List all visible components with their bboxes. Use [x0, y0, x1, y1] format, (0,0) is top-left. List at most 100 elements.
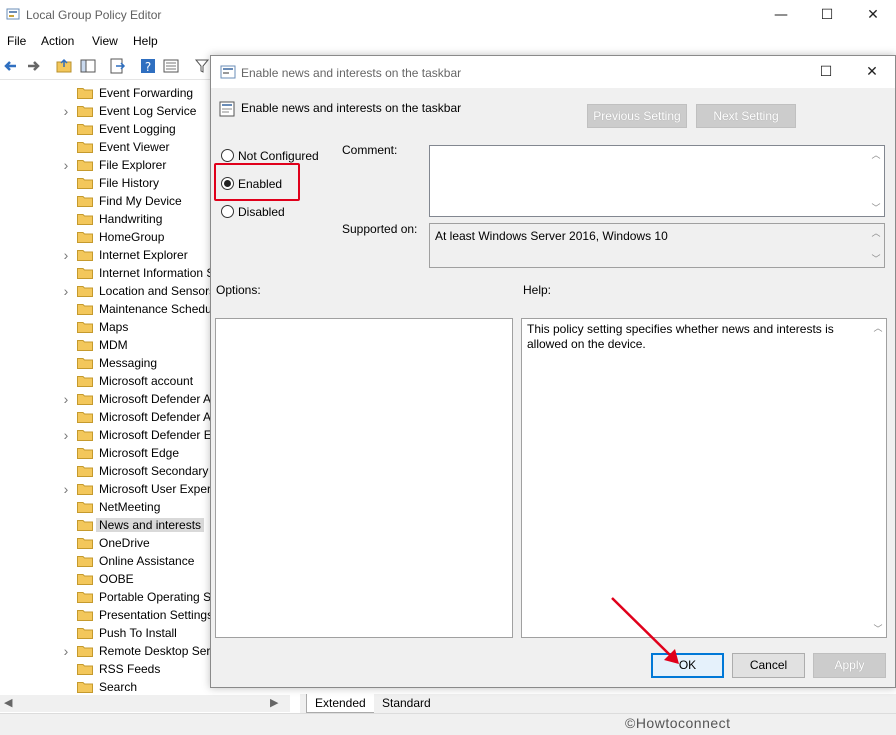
scroll-right-icon[interactable]: ▶	[270, 696, 278, 709]
watermark: ©Howtoconnect	[625, 715, 731, 731]
folder-icon	[77, 340, 93, 351]
chevron-right-icon[interactable]: ›	[60, 284, 72, 298]
menu-file[interactable]: File	[7, 34, 26, 48]
minimize-button[interactable]: —	[758, 0, 804, 30]
dialog-title: Enable news and interests on the taskbar	[241, 66, 462, 80]
scroll-left-icon[interactable]: ◀	[4, 696, 12, 709]
tree-item-label: Microsoft Secondary	[99, 464, 209, 478]
close-button[interactable]: ✕	[850, 0, 896, 30]
next-setting-button[interactable]: Next Setting	[696, 104, 796, 128]
previous-setting-button[interactable]: Previous Setting	[587, 104, 687, 128]
show-hide-tree-icon[interactable]	[79, 57, 97, 75]
tree-item-label: Internet Information S	[99, 266, 215, 280]
properties-view-icon[interactable]	[162, 57, 180, 75]
folder-icon	[77, 664, 93, 675]
help-icon[interactable]: ?	[139, 57, 157, 75]
dialog-titlebar: Enable news and interests on the taskbar…	[211, 56, 895, 88]
apply-button[interactable]: Apply	[813, 653, 886, 678]
radio-not-configured-label: Not Configured	[238, 149, 319, 163]
comment-scroll-up-icon[interactable]: ︿	[870, 148, 882, 161]
supported-scroll-up-icon[interactable]: ︿	[870, 226, 882, 239]
menu-bar: File Action View Help	[0, 30, 896, 52]
menu-view[interactable]: View	[92, 34, 118, 48]
folder-icon	[77, 214, 93, 225]
folder-icon	[77, 160, 93, 171]
folder-icon	[77, 304, 93, 315]
tree-item-label: Maintenance Schedu	[99, 302, 212, 316]
ok-button[interactable]: OK	[651, 653, 724, 678]
tab-extended[interactable]: Extended	[306, 694, 375, 713]
folder-icon	[77, 106, 93, 117]
export-list-icon[interactable]	[108, 57, 126, 75]
tree-item-label: Online Assistance	[99, 554, 195, 568]
main-titlebar: Local Group Policy Editor — ☐ ✕	[0, 0, 896, 30]
chevron-right-icon[interactable]: ›	[60, 392, 72, 406]
cancel-button[interactable]: Cancel	[732, 653, 805, 678]
folder-icon	[77, 682, 93, 693]
policy-header-icon	[219, 101, 235, 117]
folder-icon	[77, 286, 93, 297]
radio-disabled-circle[interactable]	[221, 205, 234, 218]
tree-item-label: Microsoft Defender A	[99, 410, 212, 424]
tree-item-label: Handwriting	[99, 212, 163, 226]
folder-icon	[77, 520, 93, 531]
folder-icon	[77, 232, 93, 243]
tree-item-label: Microsoft Edge	[99, 446, 180, 460]
back-arrow-icon[interactable]	[2, 57, 20, 75]
tree-item-label: Push To Install	[99, 626, 177, 640]
chevron-right-icon[interactable]: ›	[60, 158, 72, 172]
dialog-maximize-button[interactable]: ☐	[803, 57, 849, 87]
filter-icon[interactable]	[193, 57, 211, 75]
help-scroll-down-icon[interactable]: ﹀	[872, 622, 884, 635]
chevron-right-icon[interactable]: ›	[60, 248, 72, 262]
tree-item-label: Microsoft User Experi	[99, 482, 214, 496]
tree-item-label: NetMeeting	[99, 500, 161, 514]
radio-not-configured-circle[interactable]	[221, 149, 234, 162]
tab-standard[interactable]: Standard	[374, 694, 439, 713]
forward-arrow-icon[interactable]	[24, 57, 42, 75]
folder-icon	[77, 412, 93, 423]
help-scroll-up-icon[interactable]: ︿	[872, 321, 884, 334]
enabled-highlight-annotation	[214, 163, 300, 201]
main-window-title: Local Group Policy Editor	[26, 8, 162, 22]
supported-on-label: Supported on:	[342, 222, 418, 236]
dialog-close-button[interactable]: ✕	[849, 57, 895, 87]
folder-icon	[77, 574, 93, 585]
folder-icon	[77, 250, 93, 261]
group-policy-app-icon	[6, 8, 20, 20]
folder-icon	[77, 448, 93, 459]
menu-action[interactable]: Action	[41, 34, 74, 48]
supported-scroll-down-icon[interactable]: ﹀	[870, 252, 882, 265]
comment-textarea[interactable]: ︿ ﹀	[429, 145, 885, 217]
help-panel: This policy setting specifies whether ne…	[521, 318, 887, 638]
policy-setting-icon	[220, 65, 236, 79]
tree-item-label: OneDrive	[99, 536, 150, 550]
chevron-right-icon[interactable]: ›	[60, 644, 72, 658]
tree-item-label: Event Viewer	[99, 140, 170, 154]
menu-help[interactable]: Help	[133, 34, 158, 48]
chevron-right-icon[interactable]: ›	[60, 482, 72, 496]
policy-name-header: Enable news and interests on the taskbar	[241, 101, 462, 115]
folder-icon	[77, 466, 93, 477]
folder-icon	[77, 592, 93, 603]
tree-horizontal-scrollbar[interactable]: ◀ ▶	[0, 695, 290, 712]
chevron-right-icon[interactable]: ›	[60, 428, 72, 442]
policy-settings-dialog: Enable news and interests on the taskbar…	[210, 55, 896, 688]
folder-icon	[77, 124, 93, 135]
tree-item-label: Microsoft Defender E	[99, 428, 212, 442]
folder-icon	[77, 178, 93, 189]
folder-icon	[77, 376, 93, 387]
maximize-button[interactable]: ☐	[804, 0, 850, 30]
up-folder-icon[interactable]	[55, 57, 73, 75]
comment-label: Comment:	[342, 143, 398, 157]
chevron-right-icon[interactable]: ›	[60, 104, 72, 118]
tree-item-label: MDM	[99, 338, 128, 352]
options-label: Options:	[216, 283, 261, 297]
tree-item-label: Search	[99, 680, 138, 694]
tree-item-label: Remote Desktop Serv	[99, 644, 217, 658]
status-bar	[0, 713, 896, 735]
tree-item-label: News and interests	[96, 518, 205, 532]
comment-scroll-down-icon[interactable]: ﹀	[870, 201, 882, 214]
tree-item-label: File History	[99, 176, 160, 190]
tree-item-label: RSS Feeds	[99, 662, 161, 676]
